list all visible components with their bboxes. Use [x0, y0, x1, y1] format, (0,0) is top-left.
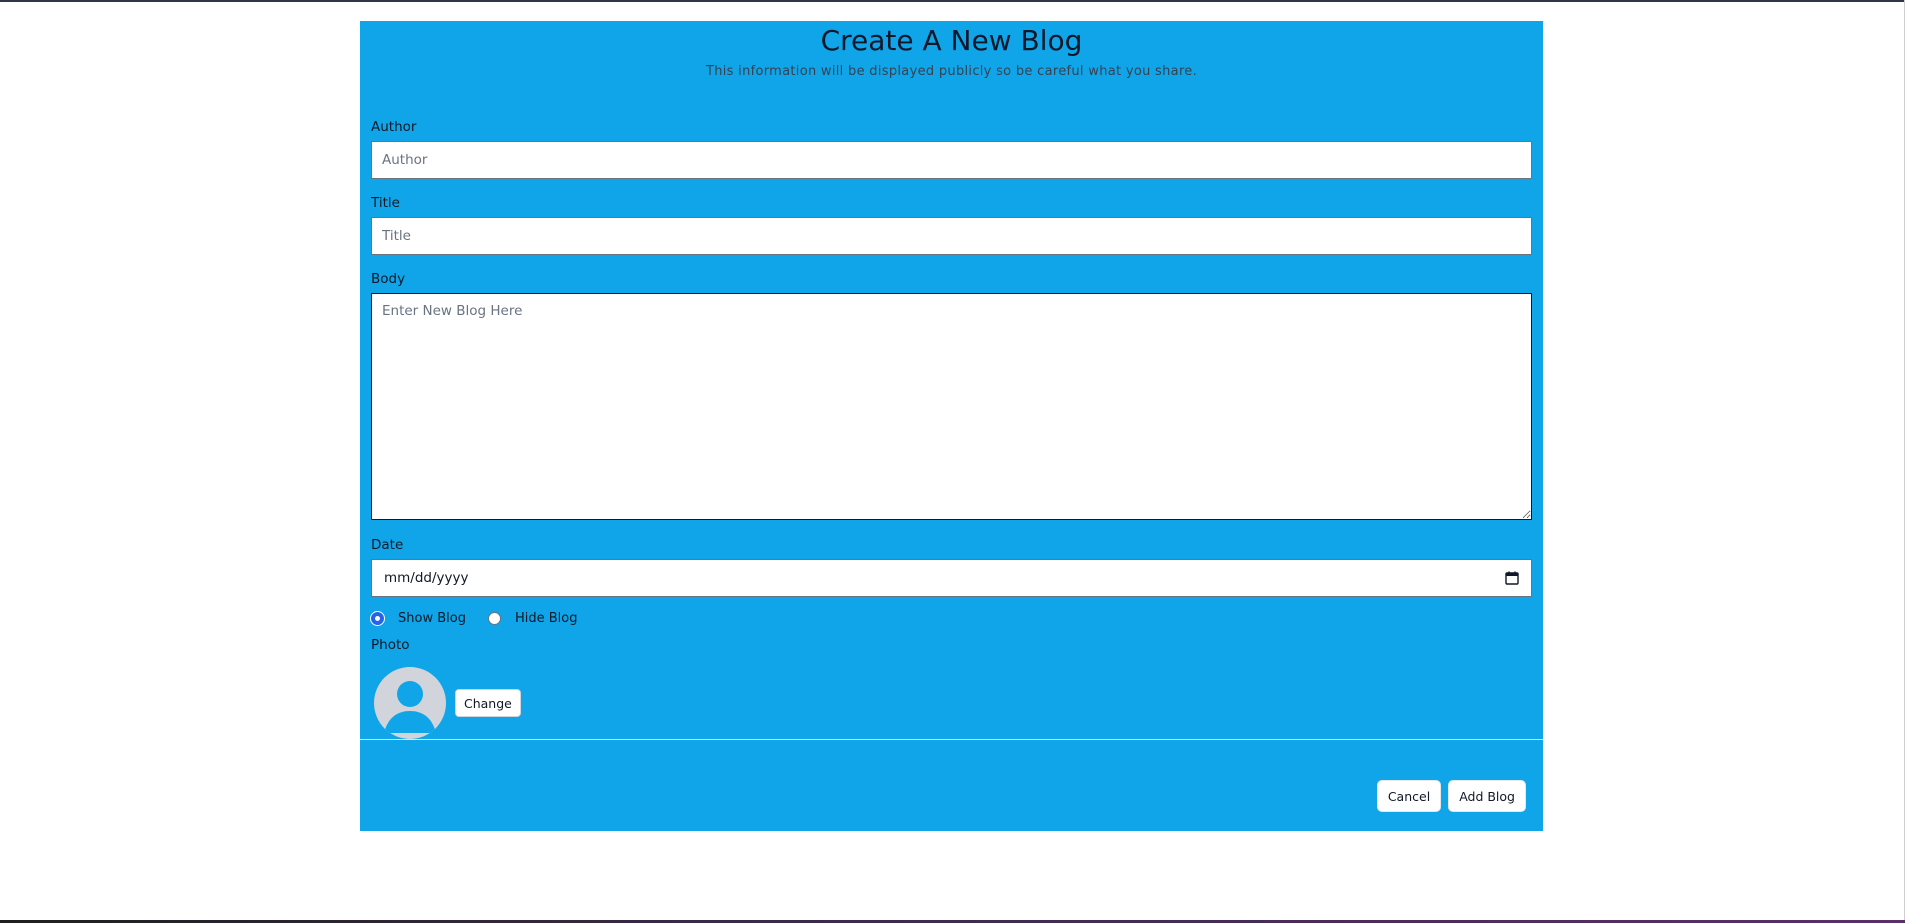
photo-row: Change [371, 667, 1532, 739]
page-subtitle: This information will be displayed publi… [705, 64, 1198, 79]
body-field: Body [371, 269, 1532, 520]
hide-blog-radio[interactable] [487, 611, 501, 625]
show-blog-label[interactable]: Show Blog [398, 611, 466, 626]
author-field: Author [371, 117, 1532, 179]
hide-blog-label[interactable]: Hide Blog [515, 611, 578, 626]
page-title: Create A New Blog [820, 24, 1083, 57]
create-blog-panel: Create A New Blog This information will … [360, 21, 1543, 831]
title-input[interactable] [371, 217, 1532, 255]
change-photo-button[interactable]: Change [455, 689, 521, 717]
title-field: Title [371, 193, 1532, 255]
body-label: Body [371, 271, 406, 287]
footer-divider [360, 739, 1543, 740]
add-blog-button[interactable]: Add Blog [1448, 780, 1526, 812]
create-blog-form: Author Title Body Date mm/dd/yyyy [371, 117, 1532, 739]
show-blog-radio[interactable] [371, 611, 384, 625]
author-label: Author [371, 119, 417, 135]
date-field: Date mm/dd/yyyy [371, 535, 1532, 597]
body-textarea[interactable] [371, 293, 1532, 520]
form-actions: Cancel Add Blog [1370, 780, 1526, 812]
avatar [374, 667, 446, 739]
date-input[interactable]: mm/dd/yyyy [371, 559, 1532, 597]
author-input[interactable] [371, 141, 1532, 179]
cancel-button[interactable]: Cancel [1376, 780, 1442, 812]
date-label: Date [371, 537, 404, 553]
photo-label: Photo [371, 637, 410, 653]
visibility-radio-group: Show Blog Hide Blog [371, 607, 1532, 629]
date-placeholder: mm/dd/yyyy [384, 570, 469, 586]
form-header: Create A New Blog This information will … [360, 21, 1543, 80]
window-top-border [0, 0, 1905, 2]
calendar-icon[interactable] [1505, 571, 1519, 585]
title-label: Title [371, 195, 400, 211]
user-silhouette-icon [384, 681, 436, 733]
